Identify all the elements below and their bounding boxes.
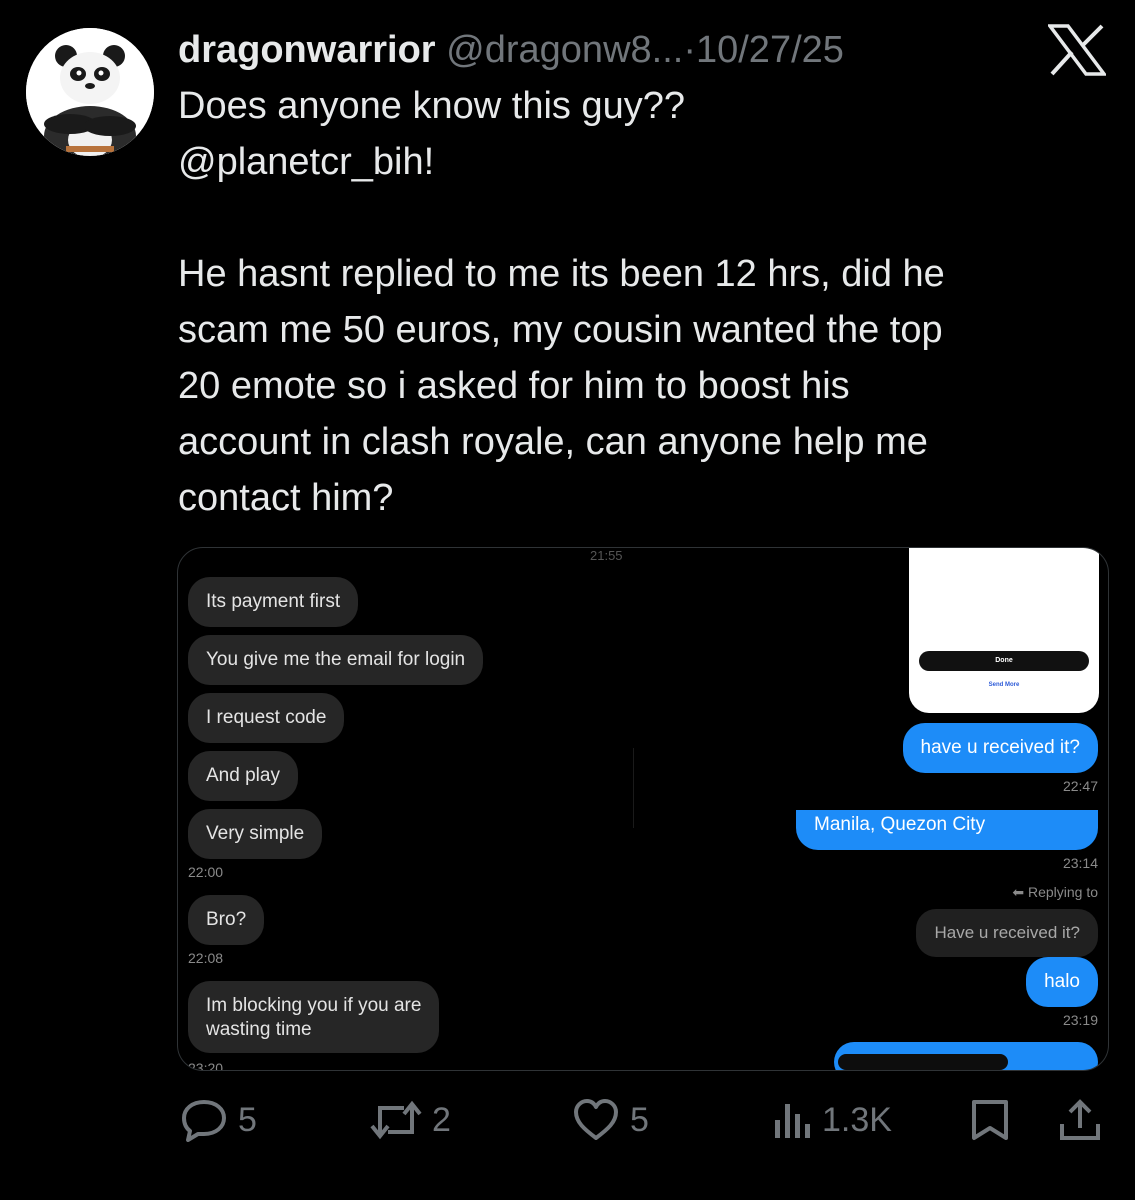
tweet-line: Does anyone know this guy??: [178, 85, 685, 127]
replying-to-label: ⬅ Replying to: [1012, 884, 1098, 901]
bookmark-icon: [972, 1100, 1008, 1140]
done-button: Done: [919, 651, 1089, 671]
separator-dot: ·: [683, 29, 696, 71]
incoming-message: Bro?: [188, 895, 265, 945]
tweet-line: 20 emote so i asked for him to boost his: [178, 365, 850, 407]
repost-button[interactable]: 2: [370, 1098, 451, 1142]
share-icon: [1060, 1099, 1100, 1140]
reply-arrow-icon: ⬅: [1012, 884, 1025, 900]
incoming-message: Its payment first: [188, 577, 359, 627]
replied-message: Have u received it?: [916, 909, 1098, 957]
divider: [633, 748, 634, 828]
tweet-header: dragonwarrior @dragonw8...·10/27/25: [178, 24, 1015, 76]
incoming-message: I request code: [188, 693, 345, 743]
views-count: 1.3K: [822, 1100, 892, 1139]
chat-timestamp: 21:55: [590, 548, 623, 563]
message-time: 22:08: [188, 950, 224, 966]
tweet-line: scam me 50 euros, my cousin wanted the t…: [178, 309, 943, 351]
reply-count: 5: [238, 1100, 257, 1139]
views-button[interactable]: 1.3K: [772, 1098, 892, 1142]
bookmark-button[interactable]: [970, 1098, 1010, 1142]
share-button[interactable]: [1058, 1098, 1102, 1142]
heart-icon: [574, 1099, 618, 1140]
like-button[interactable]: 5: [572, 1098, 649, 1142]
tweet-line: He hasnt replied to me its been 12 hrs, …: [178, 253, 945, 295]
display-name[interactable]: dragonwarrior: [178, 29, 436, 71]
outgoing-message: Manila, Quezon City: [796, 810, 1098, 850]
message-time: 22:47: [1062, 778, 1098, 794]
x-logo-icon: [1046, 24, 1108, 76]
tweet-line: account in clash royale, can anyone help…: [178, 421, 928, 463]
incoming-message: Very simple: [188, 809, 323, 859]
message-line: wasting time: [206, 1019, 312, 1040]
tweet-line: contact him?: [178, 477, 394, 519]
action-bar: 5 2 5 1.3K: [0, 1090, 1135, 1150]
reply-button[interactable]: 5: [180, 1098, 257, 1142]
message-time: 23:19: [1062, 1012, 1098, 1028]
views-icon: [775, 1104, 810, 1138]
repost-count: 2: [432, 1100, 451, 1139]
message-time: 23:14: [1062, 855, 1098, 871]
tweet-text: Does anyone know this guy?? @planetcr_bi…: [178, 78, 1078, 526]
user-handle[interactable]: @dragonw8...: [446, 29, 683, 71]
like-count: 5: [630, 1100, 649, 1139]
message-line: Im blocking you if you are: [206, 995, 422, 1016]
tweet-date[interactable]: 10/27/25: [696, 29, 844, 71]
message-time: 23:20: [188, 1060, 224, 1071]
incoming-message: Im blocking you if you are wasting time: [188, 981, 440, 1053]
panda-avatar[interactable]: [26, 28, 154, 156]
attached-image[interactable]: 21:55 Its payment first You give me the …: [177, 547, 1109, 1071]
incoming-message: You give me the email for login: [188, 635, 484, 685]
send-more-link: Send More: [988, 682, 1020, 688]
replying-to-text: Replying to: [1027, 884, 1098, 900]
message-time: 22:00: [188, 864, 224, 880]
redaction: [838, 1054, 1008, 1070]
mention-link[interactable]: @planetcr_bih!: [178, 134, 1078, 190]
outgoing-message: have u received it?: [902, 723, 1098, 773]
outgoing-message: halo: [1026, 957, 1098, 1007]
incoming-message: And play: [188, 751, 298, 801]
payment-receipt: Done Send More: [909, 548, 1099, 713]
repost-icon: [370, 1100, 422, 1140]
reply-icon: [182, 1100, 226, 1142]
